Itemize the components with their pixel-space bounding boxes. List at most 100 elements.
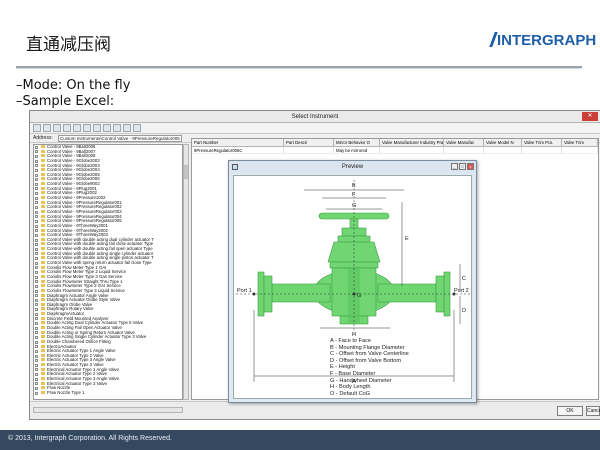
expand-icon[interactable] (35, 154, 38, 158)
minimize-button[interactable]: _ (451, 163, 458, 170)
copy-icon[interactable] (103, 124, 111, 132)
expand-icon[interactable] (35, 275, 38, 279)
expand-icon[interactable] (35, 261, 38, 265)
expand-icon[interactable] (35, 247, 38, 251)
grid-cell[interactable] (380, 147, 444, 153)
expand-icon[interactable] (35, 294, 38, 298)
expand-icon[interactable] (35, 145, 38, 149)
grid-cell[interactable]: 9PressureRegulator005C (192, 147, 284, 153)
up-icon[interactable] (43, 124, 51, 132)
grid-column-header[interactable]: Part Descri (284, 139, 334, 146)
grid-column-header[interactable]: Valve Manufacturer Industry Pra. (380, 139, 444, 146)
expand-icon[interactable] (35, 298, 38, 302)
expand-icon[interactable] (35, 382, 38, 386)
grid-cell[interactable] (522, 147, 562, 153)
expand-icon[interactable] (35, 322, 38, 326)
preview-close-button[interactable]: x (467, 163, 474, 170)
expand-icon[interactable] (35, 206, 38, 210)
tree-item-label: Flow Nozzle Type 1 (47, 390, 85, 396)
expand-icon[interactable] (35, 354, 38, 358)
expand-icon[interactable] (35, 359, 38, 363)
preview-title: Preview (341, 164, 364, 170)
maximize-button[interactable]: □ (459, 163, 466, 170)
refresh-icon[interactable] (73, 124, 81, 132)
expand-icon[interactable] (35, 284, 38, 288)
grid-column-header[interactable]: Valve Trim Pra. (522, 139, 562, 146)
expand-icon[interactable] (35, 215, 38, 219)
expand-icon[interactable] (35, 340, 38, 344)
expand-icon[interactable] (35, 363, 38, 367)
expand-icon[interactable] (35, 238, 38, 242)
toolbar (30, 123, 600, 134)
arrow-left-icon[interactable] (83, 124, 91, 132)
tree-item[interactable]: Flow Nozzle Type 1 (34, 390, 182, 396)
dim-label-c: C (462, 276, 466, 282)
expand-icon[interactable] (35, 178, 38, 182)
grid-column-header[interactable]: Valve Model N (484, 139, 522, 146)
expand-icon[interactable] (35, 331, 38, 335)
grid-column-header[interactable]: Valve Trim (562, 139, 598, 146)
grid-column-header[interactable]: Part Number (192, 139, 284, 146)
grid-cell[interactable] (284, 147, 334, 153)
instrument-tree[interactable]: Control Valve - 9Ball2006 Control Valve -… (33, 144, 183, 400)
expand-icon[interactable] (35, 233, 38, 237)
folder-icon (41, 270, 45, 274)
filter-icon[interactable] (123, 124, 131, 132)
expand-icon[interactable] (35, 270, 38, 274)
expand-icon[interactable] (35, 196, 38, 200)
expand-icon[interactable] (35, 266, 38, 270)
expand-icon[interactable] (35, 164, 38, 168)
expand-icon[interactable] (35, 192, 38, 196)
list-icon[interactable] (63, 124, 71, 132)
grid-cell[interactable] (444, 147, 484, 153)
expand-icon[interactable] (35, 303, 38, 307)
expand-icon[interactable] (35, 173, 38, 177)
expand-icon[interactable] (35, 257, 38, 261)
expand-icon[interactable] (35, 326, 38, 330)
port-2-label: Port 2 (454, 288, 469, 294)
expand-icon[interactable] (35, 159, 38, 163)
expand-icon[interactable] (35, 187, 38, 191)
cancel-button[interactable]: Cancel (586, 406, 600, 416)
expand-icon[interactable] (35, 289, 38, 293)
expand-icon[interactable] (35, 229, 38, 233)
ok-button[interactable]: OK (557, 406, 583, 416)
expand-icon[interactable] (35, 345, 38, 349)
expand-icon[interactable] (35, 224, 38, 228)
expand-icon[interactable] (35, 368, 38, 372)
expand-icon[interactable] (35, 219, 38, 223)
expand-icon[interactable] (35, 150, 38, 154)
expand-icon[interactable] (35, 387, 38, 390)
expand-icon[interactable] (35, 373, 38, 377)
close-button[interactable]: ✕ (582, 112, 598, 121)
grid-cell[interactable] (562, 147, 598, 153)
expand-icon[interactable] (35, 201, 38, 205)
expand-icon[interactable] (35, 168, 38, 172)
help-icon[interactable] (133, 124, 141, 132)
grid-column-header[interactable]: Valve Manufac (444, 139, 484, 146)
expand-icon[interactable] (35, 349, 38, 353)
tree-scrollbar[interactable] (183, 144, 189, 400)
expand-icon[interactable] (35, 335, 38, 339)
expand-icon[interactable] (35, 243, 38, 247)
expand-icon[interactable] (35, 182, 38, 186)
back-icon[interactable] (33, 124, 41, 132)
address-input[interactable]: Custom Instruments\Control Valve - 9Pres… (58, 134, 182, 142)
expand-icon[interactable] (35, 210, 38, 214)
grid-column-header[interactable]: Mirror Behavior O (334, 139, 380, 146)
arrow-right-icon[interactable] (93, 124, 101, 132)
expand-icon[interactable] (35, 308, 38, 312)
expand-icon[interactable] (35, 312, 38, 316)
grid-icon[interactable] (53, 124, 61, 132)
grid-row[interactable]: 9PressureRegulator005C May be mirrored (192, 147, 598, 154)
expand-icon[interactable] (35, 317, 38, 321)
grid-cell[interactable]: May be mirrored (334, 147, 380, 153)
expand-icon[interactable] (35, 280, 38, 284)
scrollbar-thumb[interactable] (184, 165, 188, 179)
expand-icon[interactable] (35, 377, 38, 381)
tree-hscrollbar[interactable] (33, 407, 183, 413)
grid-cell[interactable] (484, 147, 522, 153)
paste-icon[interactable] (113, 124, 121, 132)
expand-icon[interactable] (35, 391, 38, 395)
expand-icon[interactable] (35, 252, 38, 256)
